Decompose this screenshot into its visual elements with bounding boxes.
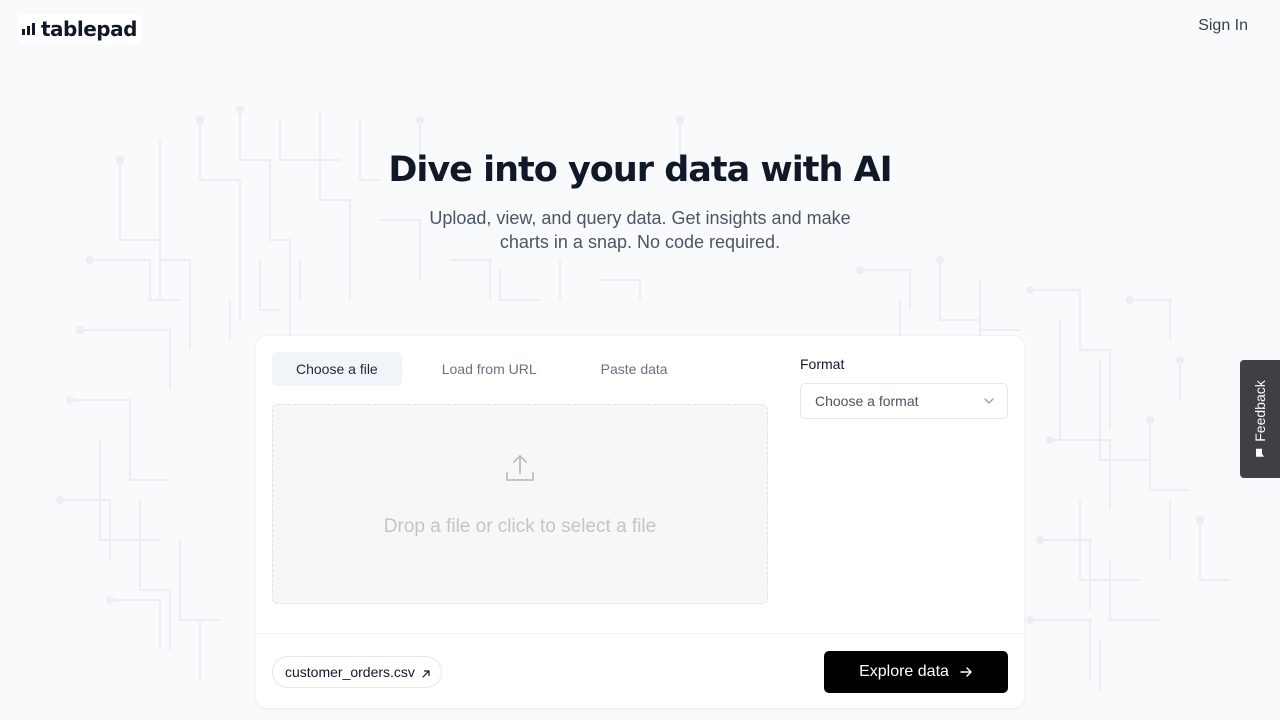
logo-text: tablepad [41,17,137,41]
format-label: Format [800,356,845,372]
arrow-up-right-icon [422,670,430,678]
arrow-right-icon [960,667,972,677]
dropzone-text: Drop a file or click to select a file [383,516,657,537]
upload-card: Choose a file Load from URL Paste data D… [256,336,1024,708]
feedback-button[interactable]: Feedback [1240,360,1280,478]
format-select-value: Choose a format [815,393,919,409]
tab-load-from-url[interactable]: Load from URL [418,352,561,386]
chat-icon [1256,448,1264,457]
sign-in-link[interactable]: Sign In [1198,17,1248,35]
file-dropzone[interactable]: Drop a file or click to select a file [272,404,768,604]
source-tabs: Choose a file Load from URL Paste data [272,352,708,386]
tablepad-logo[interactable]: tablepad [18,14,141,44]
format-select[interactable]: Choose a format [800,383,1008,419]
card-divider [256,633,1024,634]
tab-choose-file[interactable]: Choose a file [272,352,402,386]
feedback-label: Feedback [1252,380,1268,442]
bar-chart-icon [22,23,35,35]
explore-data-button[interactable]: Explore data [824,651,1008,693]
upload-icon [506,455,534,481]
explore-data-label: Explore data [859,663,949,680]
hero-title: Dive into your data with AI [388,150,892,190]
sample-file-chip[interactable]: customer_orders.csv [272,656,442,688]
top-navbar: tablepad Sign In [0,0,1280,56]
chevron-down-icon [984,398,994,404]
tab-paste-data[interactable]: Paste data [577,352,692,386]
hero-subtitle: Upload, view, and query data. Get insigh… [429,208,851,252]
feedback-content: Feedback [1252,380,1268,457]
sample-file-name: customer_orders.csv [285,664,415,680]
